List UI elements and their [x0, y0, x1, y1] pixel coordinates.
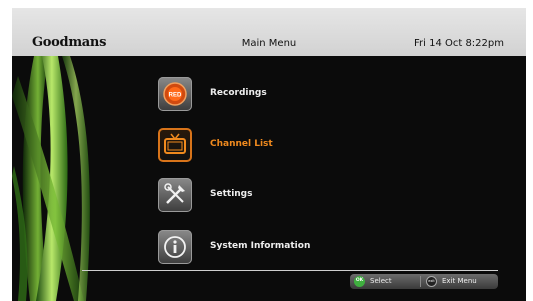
exit-menu-label: Exit Menu	[442, 277, 477, 285]
menu-label: Channel List	[210, 139, 273, 149]
menu-item-channel-list[interactable]: Channel List	[158, 128, 418, 168]
menu-item-recordings[interactable]: RED Recordings	[158, 77, 418, 117]
exit-button-icon: exit	[426, 276, 437, 287]
tv-icon	[164, 133, 186, 154]
ok-key-label: OK	[355, 278, 364, 283]
footer-hint-bar: OK Select exit Exit Menu	[350, 274, 498, 289]
footer-divider	[82, 270, 498, 271]
svg-text:RED: RED	[169, 93, 182, 99]
menu-label: Settings	[210, 189, 253, 199]
menu-item-system-information[interactable]: System Information	[158, 230, 418, 270]
channel-list-tile	[158, 128, 192, 162]
date-time: Fri 14 Oct 8:22pm	[413, 38, 504, 49]
hint-separator	[420, 276, 421, 287]
menu-label: System Information	[210, 241, 311, 251]
select-hint[interactable]: OK Select	[354, 275, 424, 288]
select-label: Select	[370, 277, 392, 285]
menu-item-settings[interactable]: Settings	[158, 178, 418, 218]
exit-menu-hint[interactable]: exit Exit Menu	[426, 275, 496, 288]
recordings-tile: RED	[158, 77, 192, 111]
tools-icon	[164, 183, 185, 204]
system-information-tile	[158, 230, 192, 264]
record-red-icon: RED	[163, 82, 187, 106]
info-icon	[164, 236, 186, 258]
ok-button-icon: OK	[354, 276, 365, 287]
settings-tile	[158, 178, 192, 212]
header-bar: Goodmans Main Menu Fri 14 Oct 8:22pm	[12, 8, 526, 56]
tv-screen: Goodmans Main Menu Fri 14 Oct 8:22pm RED…	[12, 8, 526, 301]
menu-label: Recordings	[210, 88, 267, 98]
decorative-leaf	[12, 56, 90, 301]
exit-key-label: exit	[428, 279, 435, 283]
